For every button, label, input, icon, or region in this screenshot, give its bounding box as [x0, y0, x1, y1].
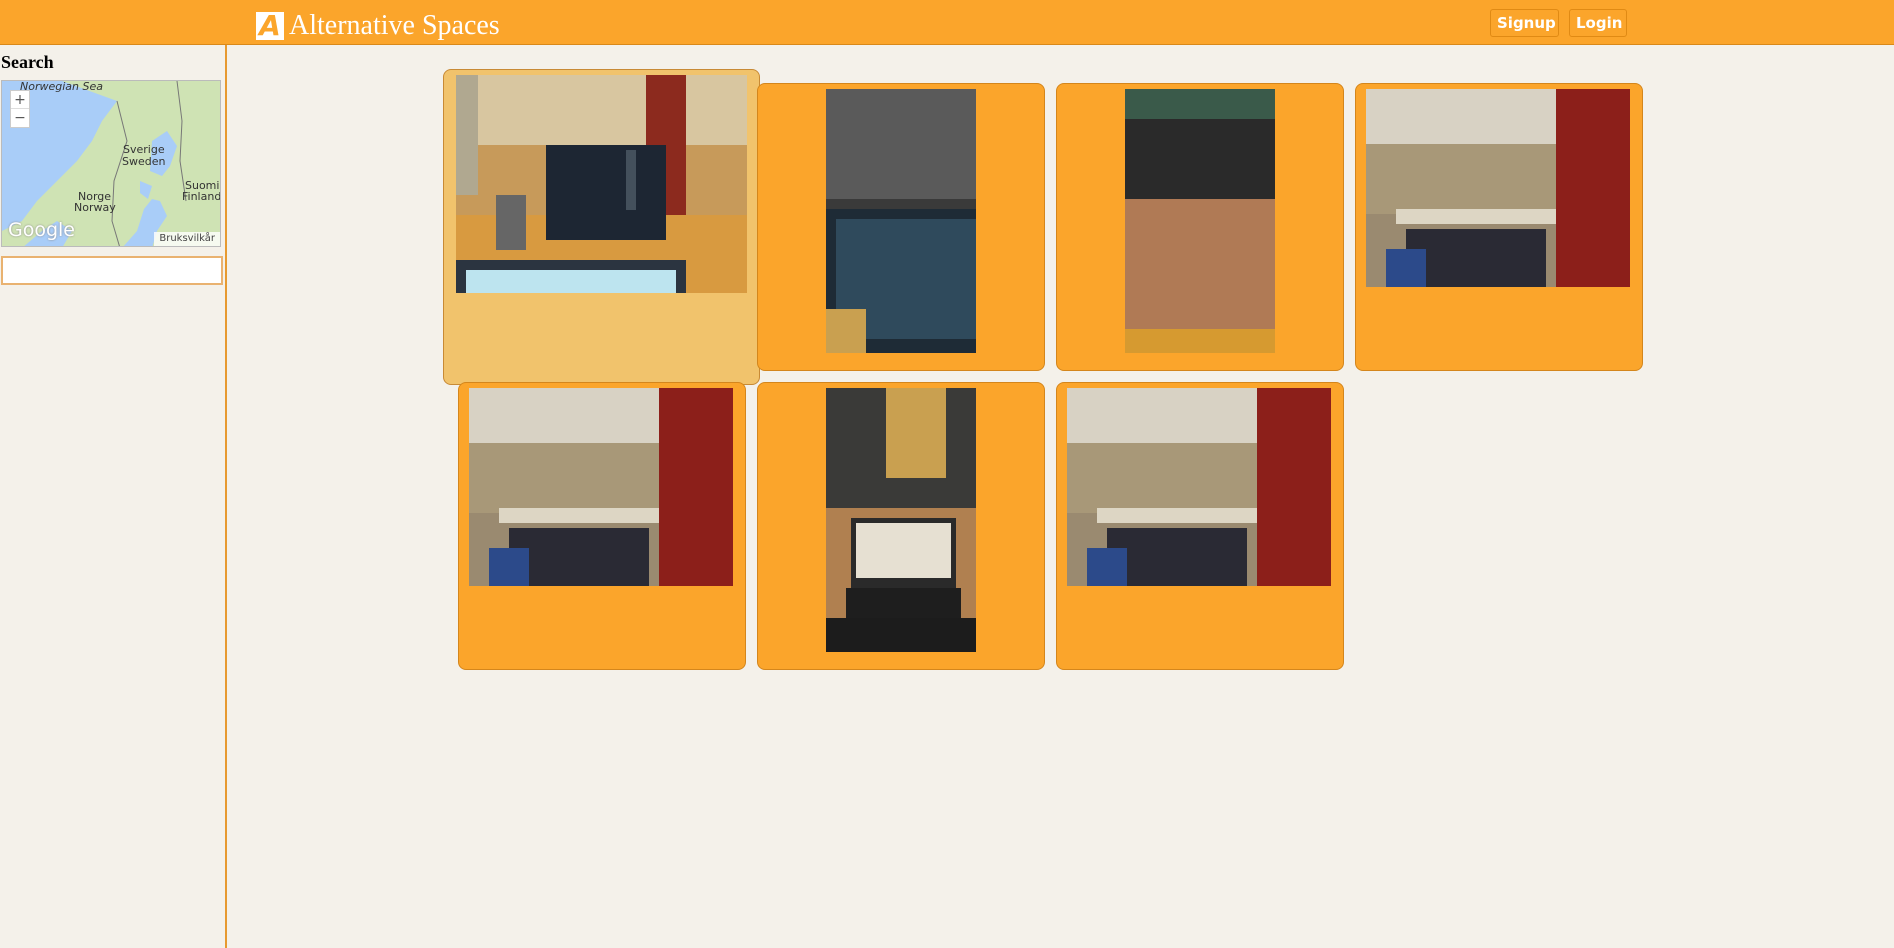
signup-button[interactable]: Signup — [1490, 9, 1559, 37]
search-input[interactable] — [1, 256, 223, 285]
laptop-screen-code-photo — [826, 89, 976, 353]
logo-icon: A — [256, 9, 284, 42]
space-card[interactable] — [757, 382, 1045, 670]
login-button[interactable]: Login — [1569, 9, 1627, 37]
open-office-room-photo — [1366, 89, 1630, 287]
space-card[interactable] — [458, 382, 746, 670]
brand-title: Alternative Spaces — [289, 10, 500, 41]
laptop-by-window-photo — [826, 388, 976, 652]
map-zoom-control: + − — [10, 90, 30, 128]
sidebar: Search Norwegian Sea Sverige Sweden Norg… — [0, 45, 227, 948]
space-card[interactable] — [443, 69, 760, 385]
top-navbar: A Alternative Spaces Signup Login — [0, 0, 1894, 45]
zoom-in-button[interactable]: + — [11, 91, 29, 109]
map-label-finland: Finland — [182, 190, 221, 203]
open-office-room-photo — [1067, 388, 1331, 586]
google-map[interactable]: Norwegian Sea Sverige Sweden Norge Norwa… — [1, 80, 221, 247]
zoom-out-button[interactable]: − — [11, 109, 29, 127]
search-title: Search — [1, 52, 54, 72]
map-label-sweden: Sweden — [122, 155, 166, 168]
google-logo[interactable]: Google — [8, 219, 75, 241]
map-label-norway: Norway — [74, 201, 116, 214]
space-card[interactable] — [1355, 83, 1643, 371]
logo-letter: A — [259, 9, 281, 42]
brand[interactable]: A Alternative Spaces — [256, 9, 500, 43]
space-card[interactable] — [1056, 382, 1344, 670]
space-card[interactable] — [757, 83, 1045, 371]
space-card[interactable] — [1056, 83, 1344, 371]
map-terms-link[interactable]: Bruksvilkår — [154, 232, 220, 246]
laptop-keyboard-photo — [1125, 89, 1275, 353]
office-monitor-photo — [456, 75, 747, 293]
open-office-room-photo — [469, 388, 733, 586]
map-label-sea: Norwegian Sea — [20, 80, 103, 93]
